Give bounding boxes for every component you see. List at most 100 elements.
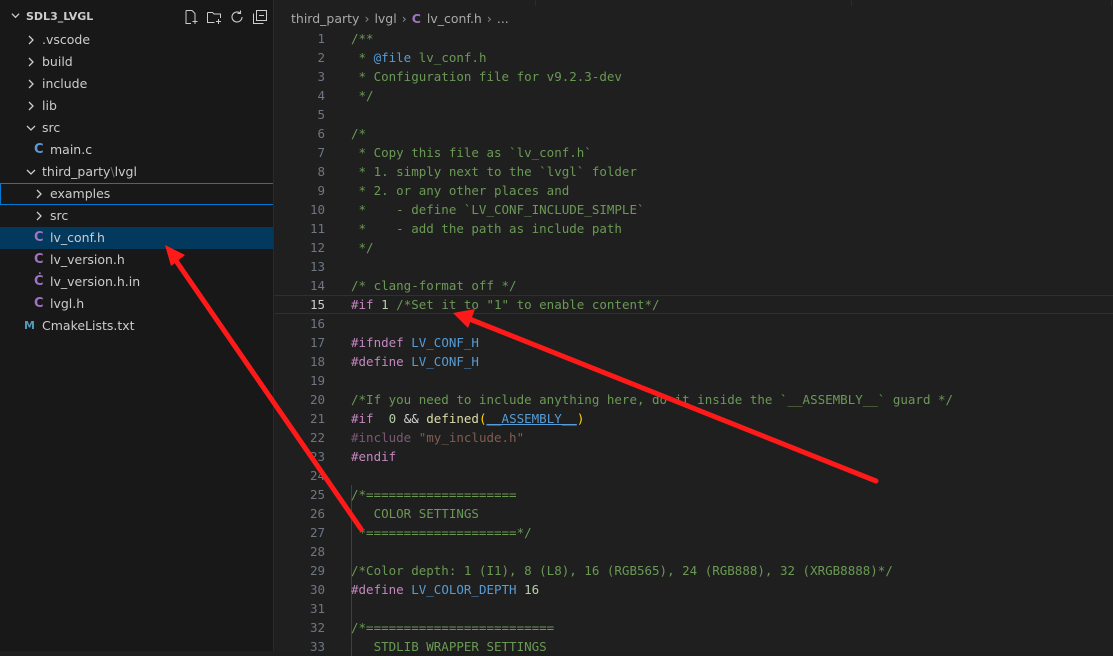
explorer-sidebar: SDL3_LVGL .vscode build include lib src Cmain… (0, 0, 274, 651)
line-number: 9 (317, 183, 325, 198)
tree-file[interactable]: Clv_conf.h (0, 227, 273, 249)
line-number: 26 (309, 506, 325, 521)
chevron-down-icon[interactable] (11, 11, 20, 20)
code-line: 18 #define LV_CONF_H (275, 352, 1113, 371)
code-line: 5 (275, 105, 1113, 124)
chevron-right-icon: › (401, 10, 407, 26)
code-text: #include "my_include.h" (351, 428, 524, 447)
code-token: "my_include.h" (411, 430, 525, 445)
line-number: 21 (309, 411, 325, 426)
code-line: 12 */ (275, 238, 1113, 257)
tree-item-label: lvgl.h (50, 293, 84, 315)
code-text: /*==================== (351, 485, 517, 504)
tree-file[interactable]: Clv_version.h (0, 249, 273, 271)
tree-file[interactable]: Cmain.c (0, 139, 273, 161)
code-text: #ifndef LV_CONF_H (351, 333, 479, 352)
line-number: 31 (309, 601, 325, 616)
chevron-right-icon[interactable] (26, 35, 36, 45)
tree-item-name: lv_conf.h (50, 230, 105, 245)
tree-file[interactable]: M CmakeLists.txt (0, 315, 273, 337)
tree-item-name: src (42, 120, 61, 135)
code-token: */ (351, 240, 374, 255)
tree-item-name: lvgl (114, 164, 137, 179)
code-token: #include (351, 430, 412, 445)
tree-folder[interactable]: third_party\lvgl (0, 161, 273, 183)
explorer-actions (183, 9, 268, 25)
code-text: #if 0 && defined(__ASSEMBLY__) (351, 409, 584, 428)
tree-item-label: src (50, 205, 68, 227)
breadcrumb: third_party › lvgl › C lv_conf.h › ... (275, 8, 509, 28)
new-folder-icon[interactable] (206, 9, 222, 25)
tree-folder[interactable]: src (0, 205, 273, 227)
line-number: 14 (309, 278, 325, 293)
chevron-right-icon[interactable] (26, 57, 36, 67)
breadcrumb-item[interactable]: ... (497, 11, 509, 26)
tree-item-name: lib (42, 98, 57, 113)
chevron-down-icon[interactable] (26, 123, 36, 133)
new-file-icon[interactable] (183, 9, 199, 25)
tree-folder[interactable]: examples (0, 183, 273, 205)
code-text: /* clang-format off */ (351, 276, 517, 295)
code-line: 32 /*========================= (275, 618, 1113, 637)
tree-folder[interactable]: src (0, 117, 273, 139)
code-token: * - define `LV_CONF_INCLUDE_SIMPLE` (351, 202, 645, 217)
code-text: /*========================= (351, 618, 554, 637)
code-line: 30 #define LV_COLOR_DEPTH 16 (275, 580, 1113, 599)
collapse-all-icon[interactable] (252, 9, 268, 25)
tree-item-name: main.c (50, 142, 93, 157)
chevron-right-icon[interactable] (26, 79, 36, 89)
code-token: COLOR SETTINGS (351, 506, 479, 521)
code-token: *====================*/ (351, 525, 532, 540)
code-line: 15 #if 1 /*Set it to "1" to enable conten… (275, 295, 1113, 314)
code-line: 24 (275, 466, 1113, 485)
chevron-right-icon[interactable] (26, 101, 36, 111)
code-token: #endif (351, 449, 397, 464)
chevron-right-icon: › (364, 10, 370, 26)
line-number: 17 (309, 335, 325, 350)
c-header-file-icon: C (34, 230, 44, 245)
tree-item-label: include (42, 73, 87, 95)
c-header-file-icon: C (34, 296, 44, 311)
code-line: 31 (275, 599, 1113, 618)
breadcrumb-item[interactable]: third_party (291, 11, 359, 26)
code-text: */ (351, 86, 374, 105)
code-token: /*==================== (351, 487, 517, 502)
line-number: 22 (309, 430, 325, 445)
refresh-icon[interactable] (229, 9, 245, 25)
tree-folder[interactable]: build (0, 51, 273, 73)
code-token: /** (351, 31, 374, 46)
code-text: /** (351, 29, 374, 48)
chevron-down-icon[interactable] (26, 167, 36, 177)
tree-item-label: .vscode (42, 29, 90, 51)
chevron-right-icon: › (486, 10, 492, 26)
code-line: 16 (275, 314, 1113, 333)
code-text: * - add the path as include path (351, 219, 622, 238)
code-token: /* clang-format off */ (351, 278, 517, 293)
chevron-right-icon[interactable] (34, 211, 44, 221)
code-token: */ (351, 88, 374, 103)
breadcrumb-item[interactable]: lv_conf.h (427, 11, 482, 26)
breadcrumb-item[interactable]: lvgl (374, 11, 396, 26)
chevron-right-icon[interactable] (34, 189, 44, 199)
tree-folder[interactable]: .vscode (0, 29, 273, 51)
code-line: 7 * Copy this file as `lv_conf.h` (275, 143, 1113, 162)
code-token: #define (351, 582, 404, 597)
code-text: * 1. simply next to the `lvgl` folder (351, 162, 637, 181)
tree-file[interactable]: Ċ lv_version.h.in (0, 271, 273, 293)
explorer-root-title: SDL3_LVGL (26, 10, 94, 23)
tree-file[interactable]: Clvgl.h (0, 293, 273, 315)
tree-folder[interactable]: include (0, 73, 273, 95)
tree-item-label: lib (42, 95, 57, 117)
line-number: 30 (309, 582, 325, 597)
code-line: 11 * - add the path as include path (275, 219, 1113, 238)
code-line: 9 * 2. or any other places and (275, 181, 1113, 200)
code-line: 3 * Configuration file for v9.2.3-dev (275, 67, 1113, 86)
tree-item-name: src (50, 208, 69, 223)
line-number: 16 (309, 316, 325, 331)
line-number: 6 (317, 126, 325, 141)
line-number: 3 (317, 69, 325, 84)
code-line: 2 * @file lv_conf.h (275, 48, 1113, 67)
code-editor[interactable]: 1/** 2 * @file lv_conf.h 3 * Configuration… (275, 29, 1113, 656)
tree-folder[interactable]: lib (0, 95, 273, 117)
